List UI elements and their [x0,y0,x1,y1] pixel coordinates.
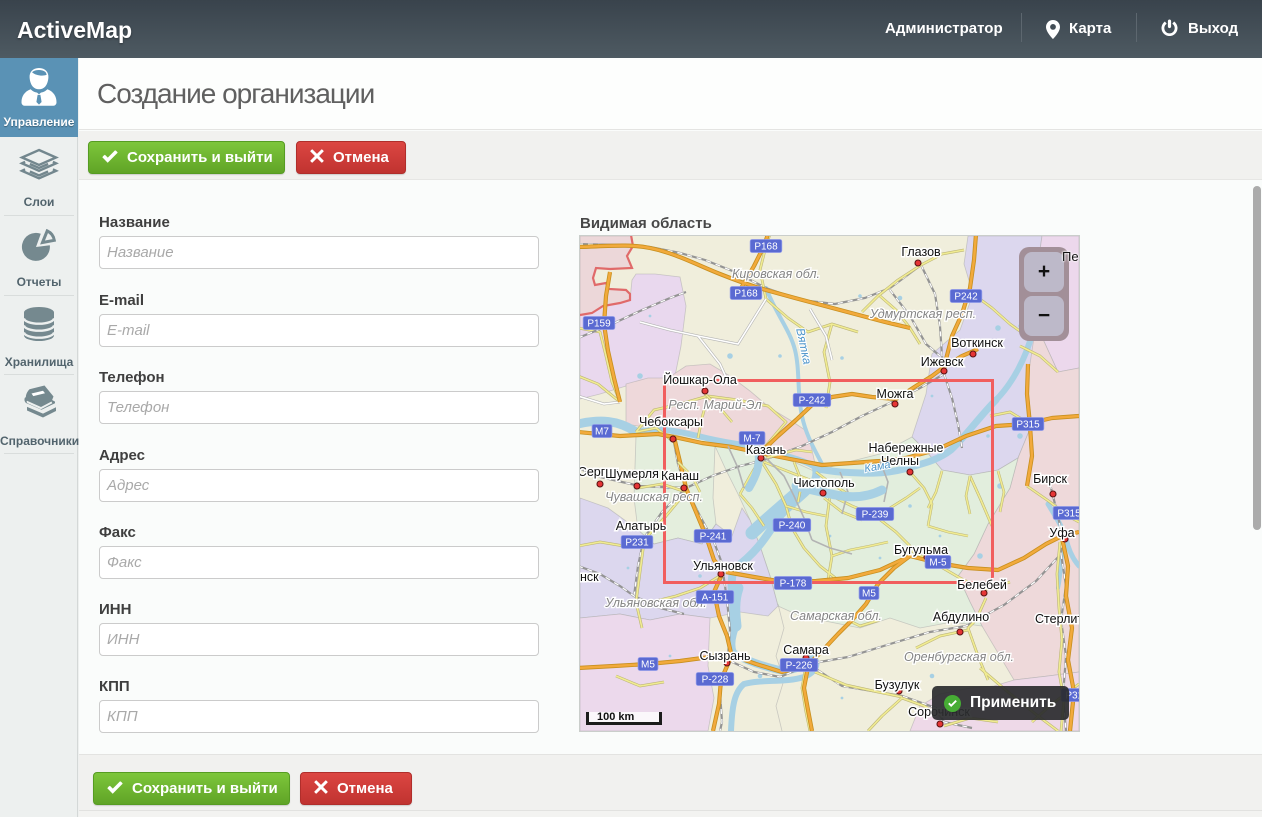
svg-text:Сызрань: Сызрань [699,649,750,663]
svg-text:Чувашская респ.: Чувашская респ. [605,490,703,504]
svg-text:Уфа: Уфа [1049,526,1074,540]
svg-text:А-151: А-151 [702,593,729,604]
svg-text:Р315: Р315 [1057,509,1079,520]
svg-text:Казань: Казань [746,443,786,457]
svg-text:Р-239: Р-239 [862,510,889,521]
svg-text:Йошкар-Ола: Йошкар-Ола [663,372,737,387]
svg-text:Респ. Марий-Эл: Респ. Марий-Эл [668,398,761,412]
svg-text:Р242: Р242 [954,292,978,303]
svg-text:Белебей: Белебей [957,578,1007,592]
svg-text:М7: М7 [595,427,609,438]
svg-text:Набережные: Набережные [869,441,944,455]
svg-text:Р-228: Р-228 [702,675,729,686]
svg-text:Кировская обл.: Кировская обл. [732,267,820,281]
svg-text:нск: нск [580,570,599,584]
svg-text:Р168: Р168 [754,242,778,253]
svg-text:М-5: М-5 [929,558,947,569]
svg-text:Ижевск: Ижевск [921,355,964,369]
svg-text:Абдулино: Абдулино [933,610,989,624]
svg-text:Р-241: Р-241 [700,532,727,543]
svg-text:Шумерля: Шумерля [605,467,659,481]
svg-text:М5: М5 [862,589,876,600]
svg-text:Самарская обл.: Самарская обл. [790,609,882,623]
svg-text:Р168: Р168 [734,289,758,300]
svg-text:Р-226: Р-226 [786,661,813,672]
svg-text:Р159: Р159 [587,319,611,330]
svg-text:Оренбургская обл.: Оренбургская обл. [904,650,1014,664]
svg-text:Алатырь: Алатырь [616,519,666,533]
svg-text:Самара: Самара [783,643,829,657]
svg-text:Ульяновск: Ульяновск [693,559,753,573]
svg-text:Бугульма: Бугульма [894,543,948,557]
svg-text:Канаш: Канаш [661,469,699,483]
svg-text:М-7: М-7 [743,434,761,445]
svg-text:Глазов: Глазов [901,245,941,259]
svg-text:Стерлитамак: Стерлитамак [1035,612,1079,626]
svg-text:Ульяновская обл.: Ульяновская обл. [604,596,706,610]
svg-text:Чебоксары: Чебоксары [639,415,703,429]
svg-text:Удмуртская респ.: Удмуртская респ. [869,307,976,321]
svg-text:Р315: Р315 [1016,420,1040,431]
svg-text:Можга: Можга [877,387,914,401]
svg-text:Р-178: Р-178 [780,579,807,590]
svg-text:Чистополь: Чистополь [793,476,854,490]
svg-text:Бузулук: Бузулук [875,678,920,692]
svg-text:М5: М5 [641,660,655,671]
svg-text:Бирск: Бирск [1033,472,1067,486]
svg-text:Воткинск: Воткинск [951,336,1003,350]
svg-text:Р-240: Р-240 [779,521,806,532]
svg-text:Р231: Р231 [625,538,649,549]
svg-text:Р-242: Р-242 [799,396,826,407]
